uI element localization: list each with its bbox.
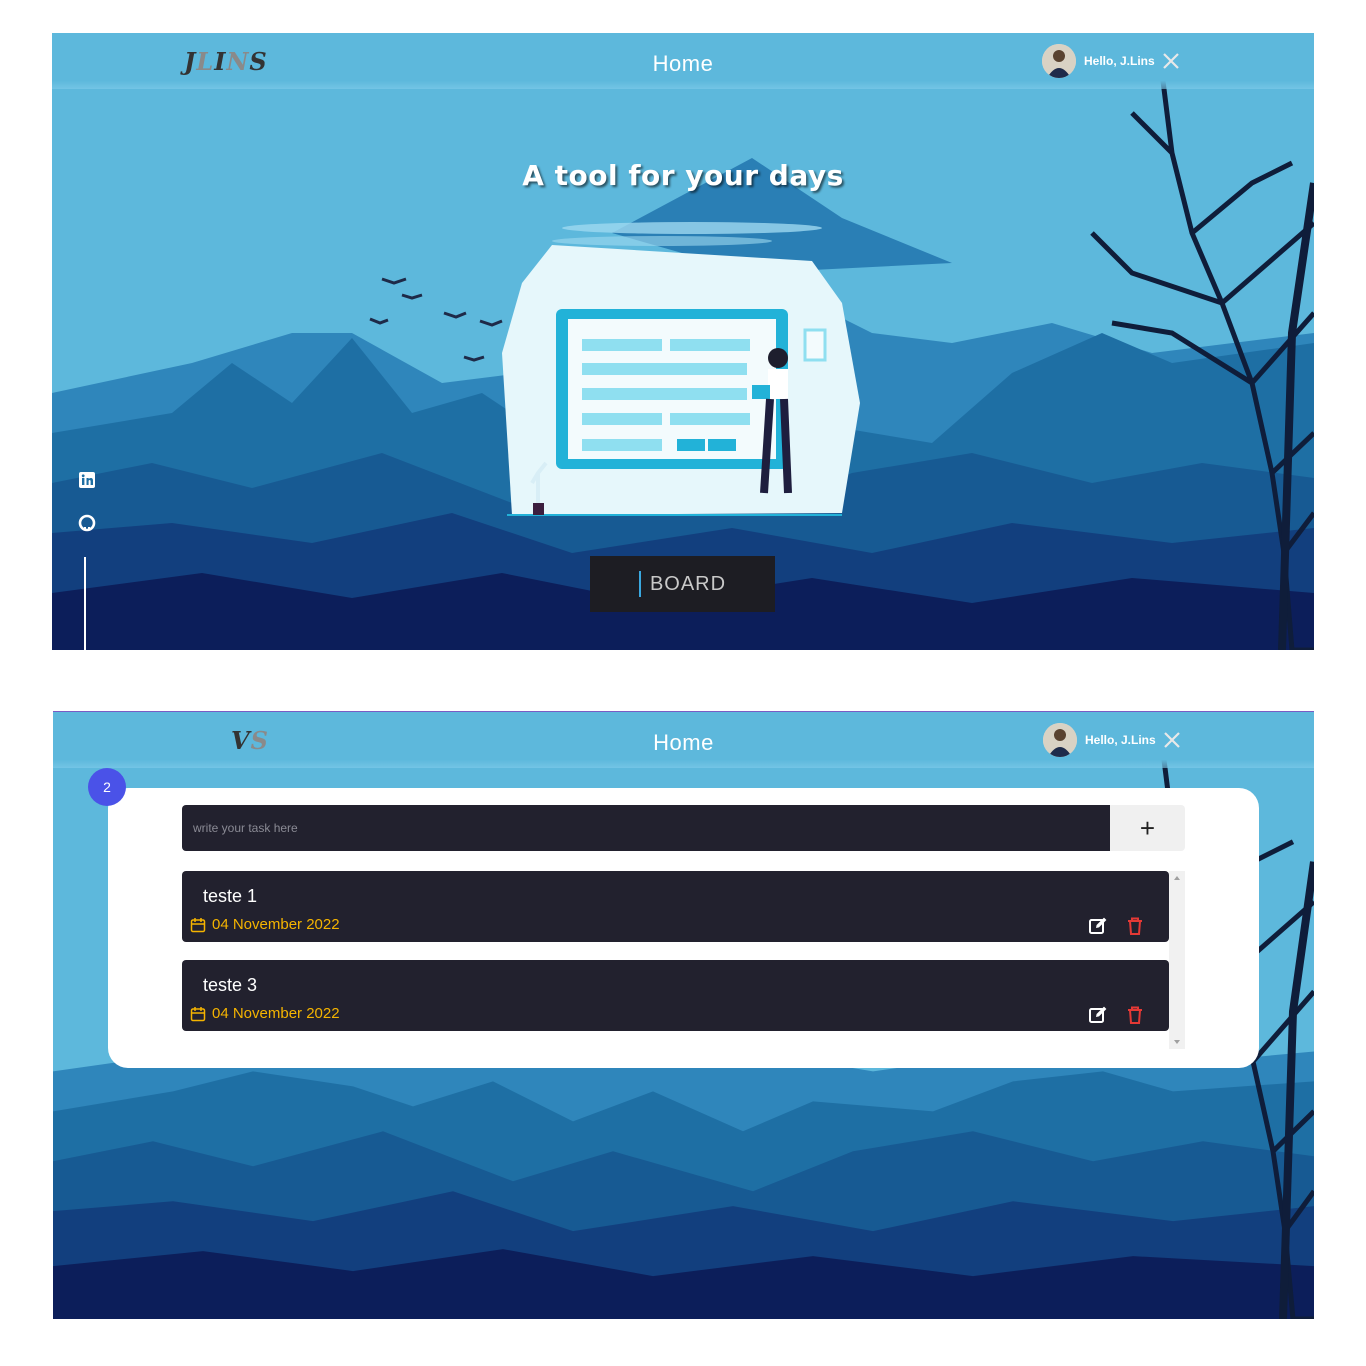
task-date: 04 November 2022 <box>190 916 340 933</box>
task-item: teste 1 04 November 2022 <box>182 871 1169 942</box>
task-count-badge: 2 <box>88 768 126 806</box>
calendar-icon <box>190 1006 206 1021</box>
task-item: teste 3 04 November 2022 <box>182 960 1169 1031</box>
task-board-card: + teste 1 04 November 2022 teste 3 04 No… <box>108 788 1259 1068</box>
task-title: teste 1 <box>203 886 258 906</box>
edit-icon[interactable] <box>1088 916 1108 936</box>
close-icon[interactable] <box>1161 51 1181 71</box>
task-list-scrollbar[interactable] <box>1169 871 1185 1049</box>
landing-screen: JLINS Home Hello, J.Lins A tool for your… <box>52 33 1314 650</box>
task-list: teste 1 04 November 2022 teste 3 04 Nove… <box>182 871 1185 1049</box>
social-divider <box>84 557 86 650</box>
task-date: 04 November 2022 <box>190 1005 340 1022</box>
edit-icon[interactable] <box>1088 1005 1108 1025</box>
linkedin-icon[interactable] <box>78 471 96 489</box>
board-screen: VS Home Hello, J.Lins + teste 1 04 Novem… <box>53 711 1314 1319</box>
trash-icon[interactable] <box>1126 1005 1144 1025</box>
github-icon[interactable] <box>78 514 96 532</box>
add-task-button[interactable]: + <box>1110 805 1185 851</box>
avatar <box>1042 44 1076 78</box>
hero-title: A tool for your days <box>522 159 844 192</box>
user-greeting: Hello, J.Lins <box>1085 733 1156 747</box>
trash-icon[interactable] <box>1126 916 1144 936</box>
user-menu[interactable]: Hello, J.Lins <box>1043 723 1182 757</box>
close-icon[interactable] <box>1162 730 1182 750</box>
task-input[interactable] <box>182 805 1110 851</box>
scroll-up-arrow-icon[interactable] <box>1174 876 1180 880</box>
board-button[interactable]: BOARD <box>590 556 775 612</box>
user-menu[interactable]: Hello, J.Lins <box>1042 44 1181 78</box>
task-title: teste 3 <box>203 975 258 995</box>
calendar-icon <box>190 917 206 932</box>
user-greeting: Hello, J.Lins <box>1084 54 1155 68</box>
scroll-down-arrow-icon[interactable] <box>1174 1040 1180 1044</box>
avatar <box>1043 723 1077 757</box>
